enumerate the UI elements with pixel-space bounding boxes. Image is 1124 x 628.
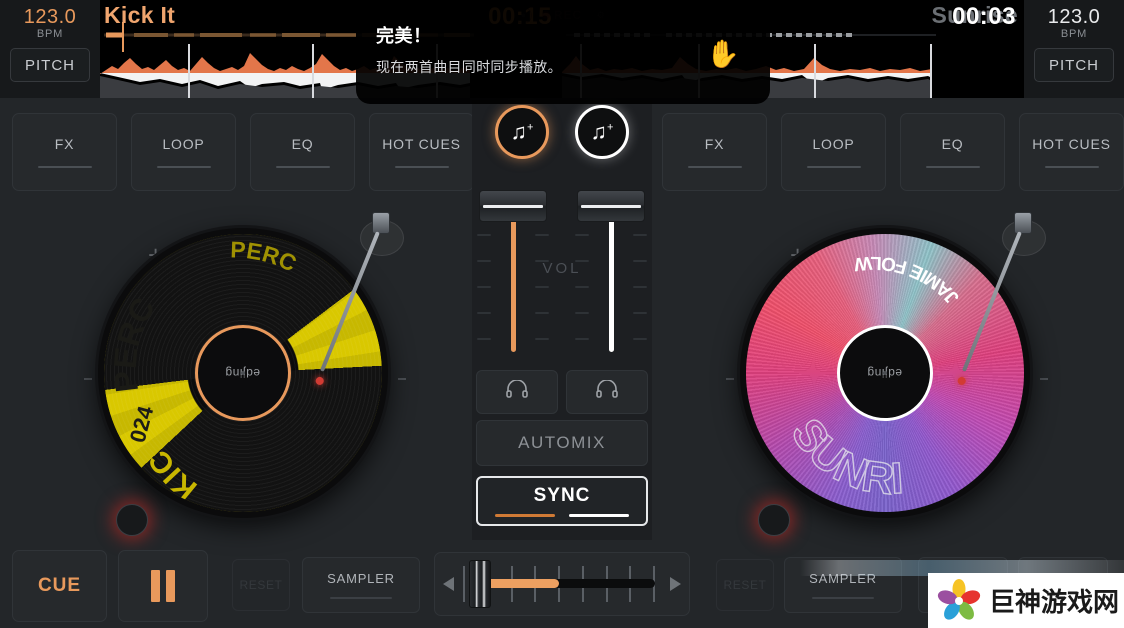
volume-fader-a-stem [511, 210, 516, 352]
right-spindle [883, 371, 887, 375]
volume-label: VOL [542, 260, 582, 277]
right-time-display: 00:03 [952, 3, 1016, 30]
headphones-icon-b [596, 379, 618, 404]
left-tab-fx[interactable]: FX [12, 113, 117, 191]
left-spindle [241, 371, 245, 375]
right-tab-hot-cues-label: HOT CUES [1032, 136, 1111, 152]
right-deck-tick-right [1040, 378, 1048, 380]
right-tab-fx-label: FX [704, 136, 725, 152]
sync-indicator-bars [495, 514, 629, 517]
left-tab-hot-cues[interactable]: HOT CUES [369, 113, 474, 191]
right-turntable[interactable]: JAMIE FOLWER SUNRISE edjing [740, 228, 1030, 518]
left-tab-eq[interactable]: EQ [250, 113, 355, 191]
automix-button[interactable]: AUTOMIX [476, 420, 648, 466]
left-cue-label: CUE [37, 575, 82, 596]
volume-fader-area: VOL [472, 172, 652, 362]
left-tab-fx-label: FX [54, 136, 75, 152]
left-sampler-underline [330, 597, 392, 599]
left-tonearm[interactable] [314, 212, 408, 387]
left-sampler-label: SAMPLER [327, 571, 395, 586]
crossfader-left-arrow-icon[interactable] [435, 576, 463, 592]
right-tonearm[interactable] [956, 212, 1050, 387]
left-tab-eq-label: EQ [291, 136, 314, 152]
left-tab-loop-underline [156, 166, 211, 168]
left-track-title: Kick It [104, 2, 176, 28]
right-tab-loop[interactable]: LOOP [781, 113, 886, 191]
load-track-a-button[interactable]: ♫+ [495, 105, 549, 159]
left-sampler-button[interactable]: SAMPLER [302, 557, 420, 613]
load-track-b-button[interactable]: ♫+ [575, 105, 629, 159]
right-bpm-panel: 123.0 BPM PITCH [1024, 0, 1124, 98]
watermark-text: 巨神游戏网 [989, 587, 1120, 617]
music-note-plus-icon-b: ♫+ [590, 119, 614, 144]
tutorial-body: 现在两首曲目同时同步播放。 [376, 59, 562, 75]
right-tab-hot-cues-underline [1044, 166, 1099, 168]
volume-fader-b-handle[interactable] [577, 190, 645, 222]
watermark: 巨神游戏网 [928, 573, 1124, 628]
sync-bar-deck-b [569, 514, 629, 517]
right-tab-loop-underline [806, 166, 861, 168]
left-tab-hot-cues-underline [394, 166, 449, 168]
load-track-row: ♫+ ♫+ [472, 105, 652, 165]
left-pitch-knob[interactable] [116, 504, 148, 536]
right-reset-button[interactable]: RESET [716, 559, 774, 611]
right-tab-hot-cues[interactable]: HOT CUES [1019, 113, 1124, 191]
right-bpm-value: 123.0 [1047, 6, 1101, 28]
crossfader-bar [477, 579, 655, 588]
pause-icon [151, 570, 175, 602]
right-tab-loop-label: LOOP [812, 136, 855, 152]
crossfader[interactable] [434, 552, 690, 616]
right-tonearm-head [1014, 212, 1032, 234]
right-deck-tick-left [726, 378, 734, 380]
right-pitch-knob[interactable] [758, 504, 790, 536]
left-bpm-panel: 123.0 BPM PITCH [0, 0, 100, 98]
left-tab-loop-label: LOOP [162, 136, 205, 152]
right-sampler-underline [812, 597, 874, 599]
headphones-icon-a [506, 379, 528, 404]
right-tab-fx-underline [687, 166, 742, 168]
left-tab-fx-underline [37, 166, 92, 168]
crossfader-right-arrow-icon[interactable] [661, 576, 689, 592]
music-note-plus-icon-a: ♫+ [510, 119, 534, 144]
sync-label: SYNC [533, 485, 591, 506]
left-bpm-label: BPM [36, 28, 64, 40]
left-deck-tabs: FX LOOP EQ HOT CUES [12, 113, 474, 191]
volume-fader-a-handle[interactable] [479, 190, 547, 222]
headphone-cue-a-button[interactable] [476, 370, 558, 414]
left-play-pause-button[interactable] [118, 550, 208, 622]
crossfader-track[interactable] [463, 552, 661, 616]
left-tab-hot-cues-label: HOT CUES [382, 136, 461, 152]
right-deck-tabs: FX LOOP EQ HOT CUES [662, 113, 1124, 191]
right-bpm-label: BPM [1060, 28, 1088, 40]
left-tab-eq-underline [275, 166, 330, 168]
dj-app-root: 123.0 BPM PITCH Kick It 00:15 [0, 0, 1124, 628]
left-pitch-button[interactable]: PITCH [10, 48, 90, 82]
left-turntable[interactable]: PERC KICK IT PERC 024 edjing [98, 228, 388, 518]
right-tab-eq[interactable]: EQ [900, 113, 1005, 191]
left-cue-button[interactable]: CUE [12, 550, 107, 622]
left-bpm-value: 123.0 [23, 6, 77, 28]
volume-fader-b-stem [609, 210, 614, 352]
headphone-cue-row [476, 370, 648, 414]
tutorial-title: 完美！ [376, 26, 432, 46]
left-reset-button[interactable]: RESET [232, 559, 290, 611]
hand-gesture-icon: ✋ [706, 39, 740, 69]
right-pitch-button[interactable]: PITCH [1034, 48, 1114, 82]
left-tab-loop[interactable]: LOOP [131, 113, 236, 191]
right-tab-eq-underline [925, 166, 980, 168]
tutorial-overlay[interactable]: 完美！ 现在两首曲目同时同步播放。 ✋ [356, 0, 770, 104]
left-tonearm-head [372, 212, 390, 234]
crossfader-knob[interactable] [469, 560, 491, 608]
right-tab-fx[interactable]: FX [662, 113, 767, 191]
watermark-flower-logo-icon [937, 578, 981, 620]
right-deck: + – JAMIE FOLWER SUNRISE edjing [722, 210, 1052, 540]
left-deck: + – PERC KICK IT PERC [80, 210, 410, 540]
sync-button[interactable]: SYNC [476, 476, 648, 526]
left-deck-tick-right [398, 378, 406, 380]
center-mixer: ♫+ ♫+ VOL AUTOMIX SYNC [472, 100, 652, 540]
left-deck-tick-left [84, 378, 92, 380]
sync-bar-deck-a [495, 514, 555, 517]
headphone-cue-b-button[interactable] [566, 370, 648, 414]
right-tab-eq-label: EQ [941, 136, 964, 152]
